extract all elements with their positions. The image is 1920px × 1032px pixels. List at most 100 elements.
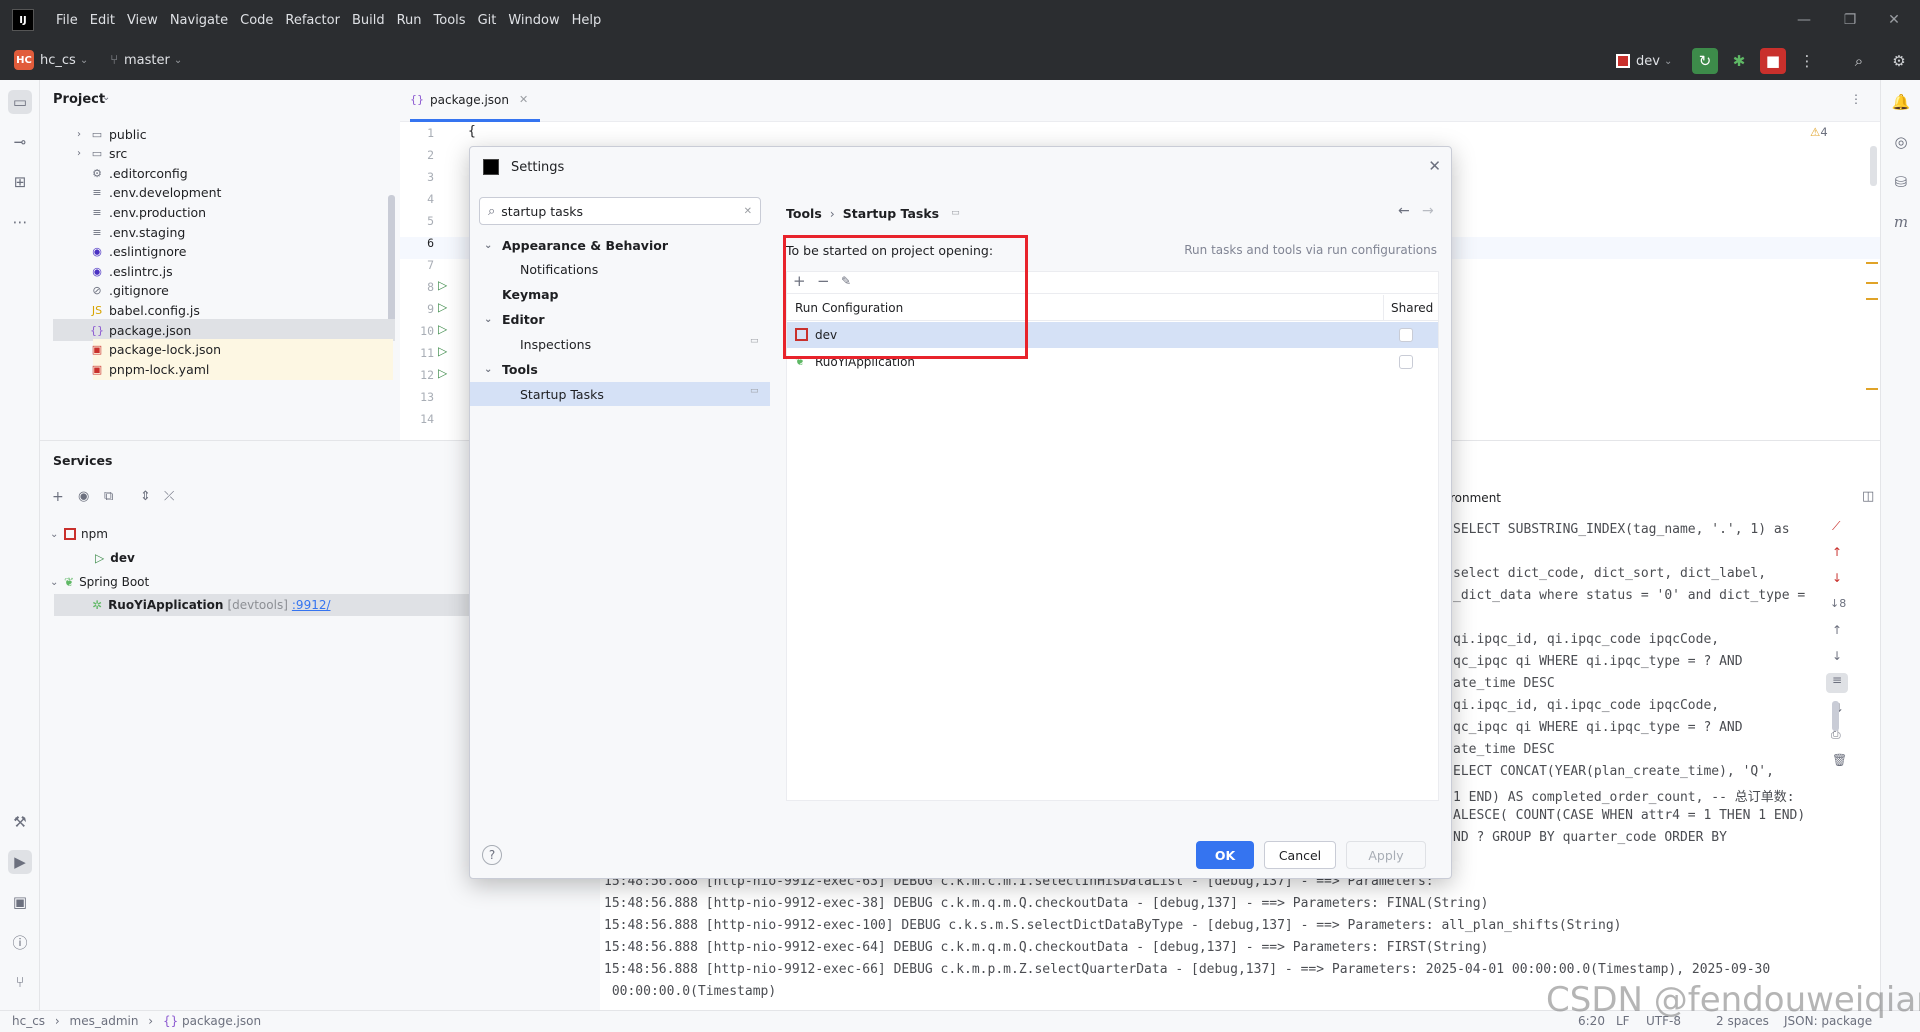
close-dialog-icon[interactable]: ✕ (1428, 157, 1441, 175)
app-port-link[interactable]: :9912/ (292, 598, 331, 612)
commit-icon[interactable]: ⊸ (8, 130, 32, 154)
forward-arrow-icon[interactable]: → (1422, 203, 1434, 219)
chevron-right-icon[interactable]: › (77, 148, 89, 159)
run-script-icon[interactable]: ▷ (438, 278, 447, 292)
menu-build[interactable]: Build (346, 13, 391, 28)
database-icon[interactable]: ⛁ (1889, 170, 1913, 194)
apply-button[interactable]: Apply (1346, 841, 1426, 869)
warning-count[interactable]: ⚠4 (1810, 125, 1828, 139)
shared-checkbox[interactable] (1399, 355, 1413, 369)
run-script-icon[interactable]: ▷ (438, 344, 447, 358)
scrollbar[interactable] (1832, 701, 1839, 731)
tree-item-spring-boot[interactable]: ⌄ ❦ Spring Boot (50, 571, 149, 593)
menu-file[interactable]: File (50, 13, 84, 28)
run-script-icon[interactable]: ▷ (438, 322, 447, 336)
down-arrow-icon[interactable]: ↓ (1832, 571, 1842, 585)
shared-checkbox[interactable] (1399, 328, 1413, 342)
maven-icon[interactable]: m (1889, 210, 1913, 234)
clear-icon[interactable]: ⟋ (1832, 519, 1840, 534)
search-input[interactable] (501, 203, 744, 219)
ok-button[interactable]: OK (1196, 841, 1254, 869)
nav-appearance-behavior[interactable]: ⌄ Appearance & Behavior (484, 233, 668, 257)
debug-icon[interactable]: ✱ (1726, 48, 1752, 74)
terminal-icon[interactable]: ▣ (8, 890, 32, 914)
run-script-icon[interactable]: ▷ (438, 366, 447, 380)
menu-help[interactable]: Help (566, 13, 608, 28)
menu-edit[interactable]: Edit (84, 13, 121, 28)
tree-item-dev[interactable]: ▷ dev (95, 547, 135, 569)
scrollbar[interactable] (1870, 146, 1877, 186)
chevron-down-icon[interactable]: ⌄ (50, 577, 64, 588)
more-actions-icon[interactable]: ⋮ (1794, 48, 1820, 74)
build-icon[interactable]: ⚒ (8, 810, 32, 834)
chevron-down-icon[interactable]: ⌄ (80, 55, 88, 66)
cancel-button[interactable]: Cancel (1264, 841, 1336, 869)
menu-view[interactable]: View (121, 13, 164, 28)
gear-icon[interactable]: ⚙ (1886, 48, 1912, 74)
chevron-down-icon[interactable]: ⌄ (102, 92, 110, 103)
up-arrow-icon[interactable]: ↑ (1832, 545, 1842, 559)
project-badge[interactable]: HC (14, 50, 34, 70)
more-icon[interactable]: ⋮ (1850, 92, 1862, 106)
add-icon[interactable]: + (52, 489, 64, 505)
breadcrumb-module[interactable]: mes_admin (70, 1014, 139, 1028)
menu-refactor[interactable]: Refactor (279, 13, 346, 28)
breadcrumb-tools[interactable]: Tools (786, 206, 822, 221)
structure-icon[interactable]: ⊞ (8, 170, 32, 194)
settings-search[interactable]: ⌕ ✕ (479, 197, 761, 225)
run-config-selector[interactable]: dev ⌄ (1616, 48, 1686, 74)
menu-window[interactable]: Window (502, 13, 565, 28)
close-window-icon[interactable]: ✕ (1866, 0, 1920, 40)
new-group-icon[interactable]: ⧉ (104, 489, 113, 504)
problems-icon[interactable]: ⓘ (8, 930, 32, 954)
nav-tools[interactable]: ⌄ Tools (484, 357, 538, 381)
col-shared[interactable]: Shared (1391, 301, 1433, 315)
chevron-down-icon[interactable]: ⌄ (50, 529, 64, 540)
menu-navigate[interactable]: Navigate (164, 13, 234, 28)
layout-icon[interactable]: ◫ (1862, 489, 1874, 504)
soft-wrap-icon[interactable]: ≡ (1826, 673, 1848, 693)
branch-name[interactable]: master (124, 53, 170, 68)
nav-notifications[interactable]: Notifications (520, 257, 598, 281)
nav-keymap[interactable]: Keymap (502, 282, 559, 306)
expand-all-icon[interactable]: ⇕ (140, 489, 151, 504)
stop-icon[interactable]: ■ (1760, 48, 1786, 74)
folder-icon[interactable]: ▭ (8, 90, 32, 114)
project-panel-title[interactable]: Project (53, 92, 105, 107)
menu-git[interactable]: Git (472, 13, 503, 28)
help-button[interactable]: ? (482, 845, 502, 865)
chevron-right-icon[interactable]: › (77, 129, 89, 140)
eye-icon[interactable]: ◉ (78, 489, 89, 504)
more-icon[interactable]: ⋯ (8, 210, 32, 234)
close-tab-icon[interactable]: ✕ (519, 93, 528, 106)
chevron-down-icon[interactable]: ⌄ (174, 55, 182, 66)
ai-assistant-icon[interactable]: ◎ (1889, 130, 1913, 154)
search-icon[interactable]: ⌕ (1846, 48, 1872, 74)
project-name[interactable]: hc_cs (40, 53, 76, 68)
nav-startup-tasks[interactable]: Startup Tasks (470, 382, 770, 406)
breadcrumb-project[interactable]: hc_cs (12, 1014, 45, 1028)
trash-icon[interactable]: 🗑 (1832, 753, 1847, 767)
menu-code[interactable]: Code (234, 13, 279, 28)
nav-editor[interactable]: ⌄ Editor (484, 307, 545, 331)
environment-tab[interactable]: ronment (1450, 491, 1501, 505)
nav-inspections[interactable]: Inspections (520, 332, 591, 356)
tree-item-ruoyi[interactable]: ✲ RuoYiApplication [devtools] :9912/ (92, 594, 331, 616)
tab-package-json[interactable]: {} package.json ✕ (410, 80, 540, 122)
project-tree-item[interactable]: ▣ pnpm-lock.yaml (92, 358, 393, 381)
git-icon[interactable]: ⑂ (8, 970, 32, 994)
menu-tools[interactable]: Tools (428, 13, 472, 28)
back-arrow-icon[interactable]: ← (1398, 203, 1410, 219)
sort-icon[interactable]: ↓8 (1830, 597, 1846, 610)
menu-run[interactable]: Run (391, 13, 428, 28)
services-icon[interactable]: ▶ (8, 850, 32, 874)
breadcrumb-file[interactable]: package.json (182, 1014, 261, 1028)
tree-item-npm[interactable]: ⌄ npm (50, 523, 108, 545)
scroll-down-icon[interactable]: ↓ (1832, 649, 1842, 663)
rerun-icon[interactable]: ↻ (1692, 48, 1718, 74)
run-script-icon[interactable]: ▷ (438, 300, 447, 314)
notifications-icon[interactable]: 🔔 (1889, 90, 1913, 114)
scroll-up-icon[interactable]: ↑ (1832, 623, 1842, 637)
collapse-all-icon[interactable]: ⤫ (164, 489, 174, 504)
clear-search-icon[interactable]: ✕ (744, 206, 752, 217)
